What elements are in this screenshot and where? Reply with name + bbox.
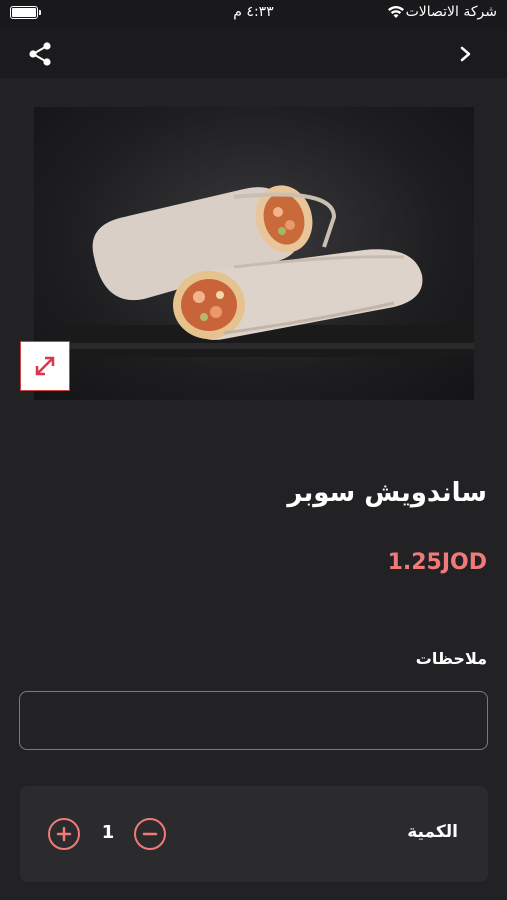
decrease-quantity-button[interactable] [134, 818, 166, 850]
expand-icon [35, 356, 55, 376]
carrier-name: شركة الاتصالات [405, 4, 497, 20]
share-icon[interactable] [26, 40, 54, 68]
increase-quantity-button[interactable] [48, 818, 80, 850]
nav-bar [0, 30, 507, 78]
product-title: ساندويش سوبر [287, 478, 487, 508]
notes-input[interactable] [19, 691, 488, 750]
minus-circle-icon [142, 832, 158, 836]
status-bar: ٤:٣٣ م شركة الاتصالات [0, 0, 507, 30]
quantity-label: الكمية [407, 822, 458, 842]
product-price: 1.25JOD [387, 550, 487, 575]
chevron-right-icon[interactable] [457, 42, 475, 66]
quantity-panel: الكمية 1 [20, 786, 488, 882]
plus-circle-icon [56, 826, 72, 842]
quantity-value: 1 [101, 822, 115, 843]
food-photo [64, 185, 474, 357]
expand-button[interactable] [20, 341, 70, 391]
wifi-icon [388, 6, 404, 18]
notes-label: ملاحظات [415, 649, 487, 668]
product-image [34, 107, 474, 400]
